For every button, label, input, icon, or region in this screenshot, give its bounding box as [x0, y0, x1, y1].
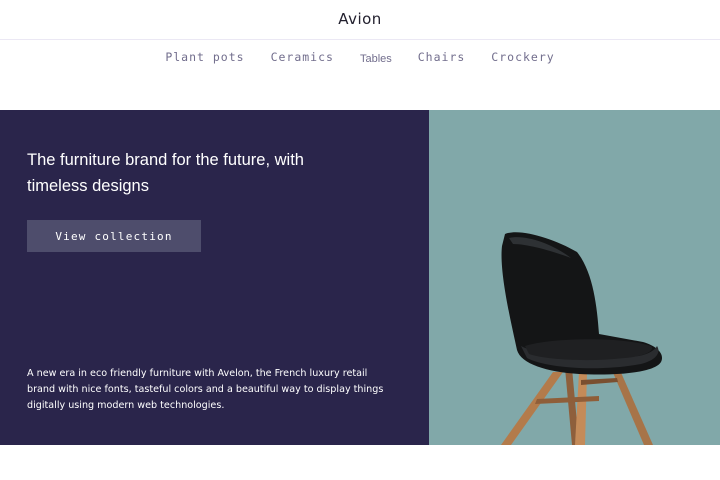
nav-item-ceramics[interactable]: Ceramics [271, 48, 334, 64]
hero-headline: The furniture brand for the future, with… [27, 147, 337, 199]
brand-logo[interactable]: Avion [0, 10, 720, 28]
hero-panel: The furniture brand for the future, with… [0, 110, 429, 445]
nav-item-tables[interactable]: Tables [360, 48, 392, 65]
hero-headline-line-1: The furniture brand for the future, with [27, 151, 304, 169]
hero-image-panel [429, 110, 720, 445]
category-nav: Plant pots Ceramics Tables Chairs Crocke… [0, 40, 720, 72]
chair-image [501, 232, 663, 445]
top-header: Avion [0, 0, 720, 40]
nav-item-crockery[interactable]: Crockery [491, 48, 554, 64]
nav-item-plant-pots[interactable]: Plant pots [165, 48, 244, 64]
nav-item-chairs[interactable]: Chairs [418, 48, 466, 64]
hero-description: A new era in eco friendly furniture with… [27, 368, 384, 411]
view-collection-button[interactable]: View collection [27, 220, 201, 252]
hero-headline-line-2: timeless designs [27, 177, 149, 195]
